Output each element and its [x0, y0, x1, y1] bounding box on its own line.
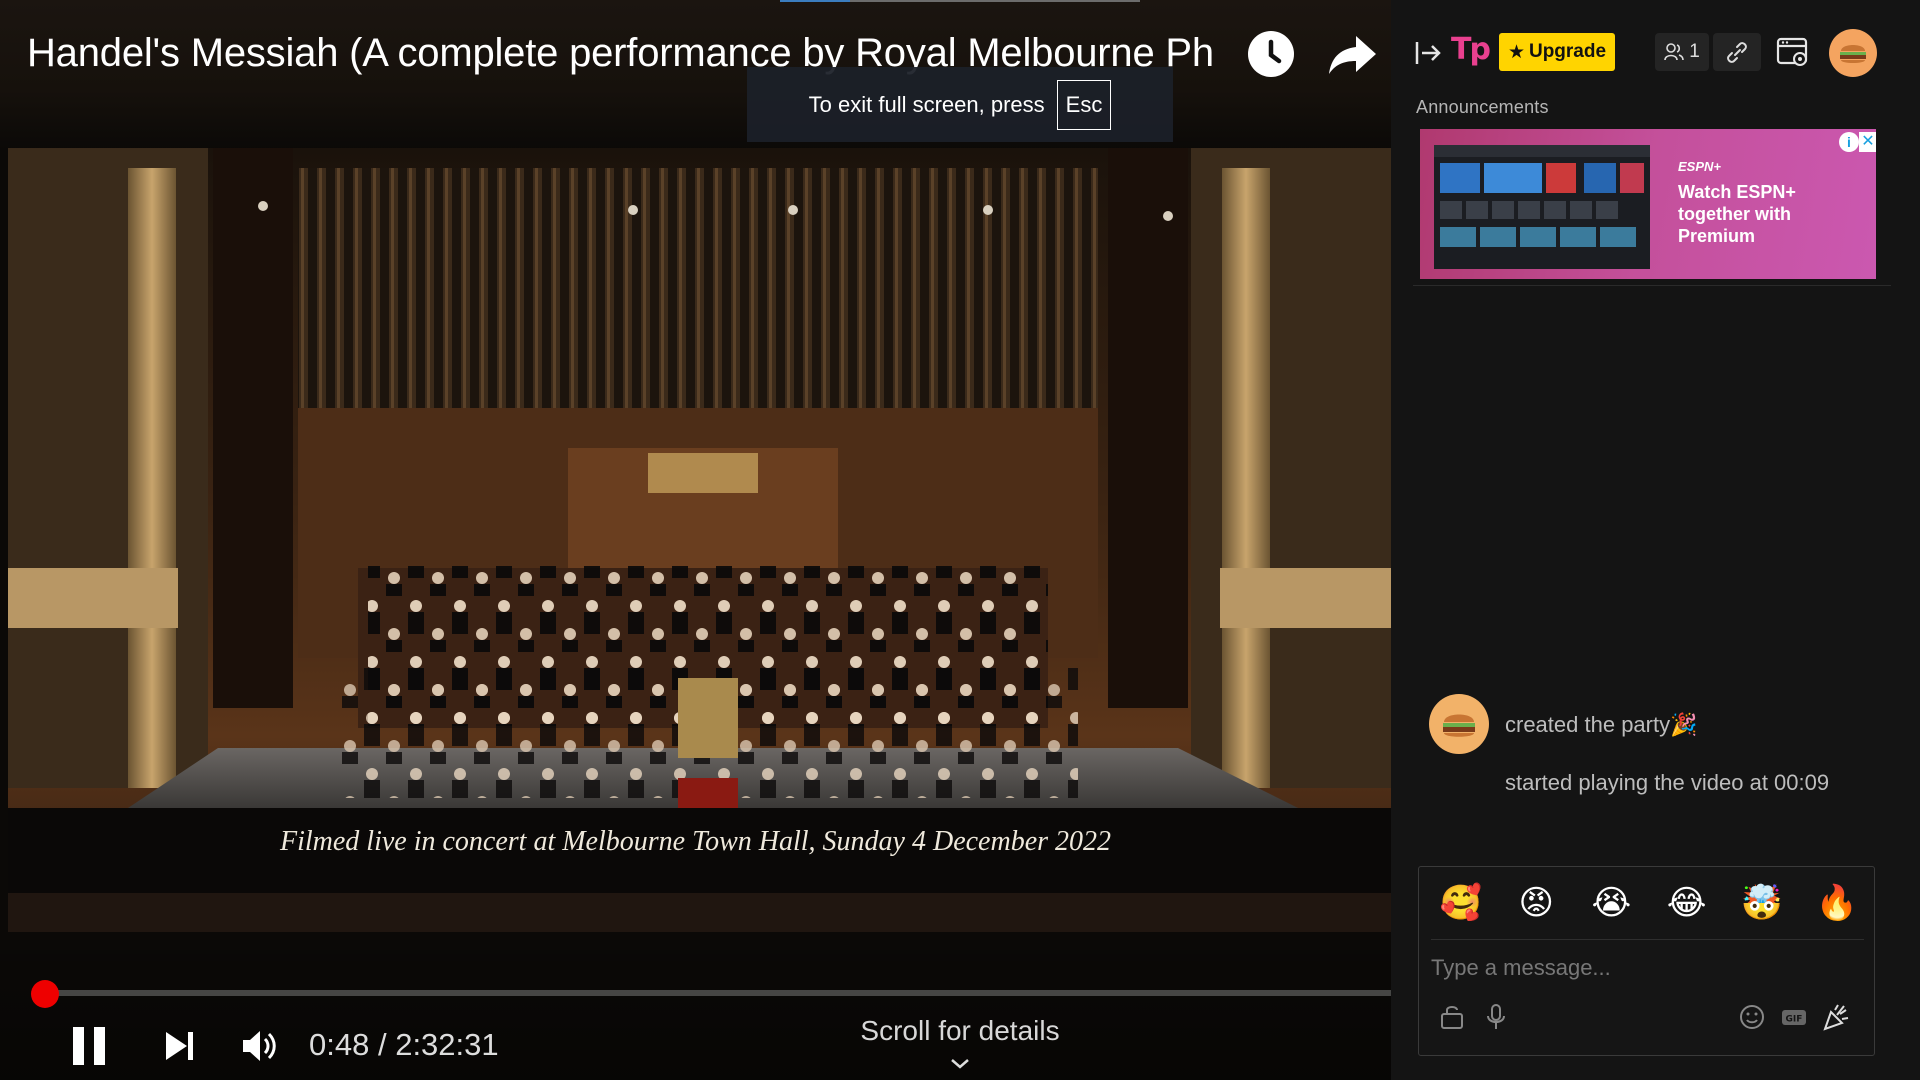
volume-button[interactable]: [240, 1026, 280, 1066]
party-settings-button[interactable]: [1775, 34, 1811, 70]
star-icon: ★: [1507, 41, 1525, 63]
pause-button[interactable]: [70, 1025, 108, 1067]
time-display: 0:48 / 2:32:31: [309, 1027, 499, 1063]
reaction-love[interactable]: 🥰: [1439, 881, 1483, 925]
microphone-icon[interactable]: [1481, 1002, 1511, 1032]
watch-later-button[interactable]: [1248, 31, 1294, 77]
ad-text: Watch ESPN+ together with Premium: [1678, 182, 1796, 246]
pause-icon: [73, 1027, 84, 1065]
ad-info-icon[interactable]: i: [1839, 132, 1859, 152]
controls-background: [0, 930, 1391, 1080]
next-icon: [166, 1032, 193, 1060]
scroll-for-details[interactable]: Scroll for details: [760, 1015, 1160, 1047]
participants-button[interactable]: 1: [1655, 33, 1709, 71]
share-icon: [1329, 36, 1376, 74]
burger-avatar-icon: [1840, 45, 1866, 63]
duration: 2:32:31: [395, 1027, 499, 1062]
composer-divider: [1431, 939, 1864, 940]
burger-avatar-icon: [1443, 714, 1475, 737]
volume-icon: [243, 1031, 276, 1061]
upgrade-label: Upgrade: [1528, 41, 1607, 62]
party-popper-icon[interactable]: [1821, 1002, 1851, 1032]
people-icon: [1664, 43, 1685, 61]
reaction-angry[interactable]: 😡: [1514, 881, 1558, 925]
reaction-crying[interactable]: 😭: [1589, 881, 1633, 925]
fullscreen-exit-toast: To exit full screen, press Esc: [747, 67, 1173, 142]
chat-message: started playing the video at 00:09: [1505, 770, 1830, 795]
exit-arrow-icon: [1415, 42, 1441, 64]
teleparty-logo: Tp: [1451, 32, 1491, 67]
upgrade-button[interactable]: ★ Upgrade: [1499, 33, 1615, 71]
seek-bar[interactable]: [44, 990, 1391, 996]
pause-icon-bar: [94, 1027, 105, 1065]
copy-link-button[interactable]: [1713, 33, 1761, 71]
loading-indicator: [780, 0, 1140, 2]
chevron-down-icon[interactable]: [948, 1056, 972, 1072]
user-avatar[interactable]: [1829, 29, 1877, 77]
emoji-icon[interactable]: [1737, 1002, 1767, 1032]
chat-message: created the party🎉: [1505, 712, 1698, 737]
concert-stage-image: [8, 148, 1391, 932]
video-player[interactable]: Handel's Messiah (A complete performance…: [0, 0, 1391, 1080]
next-video-button[interactable]: [163, 1030, 199, 1062]
ad-close-icon[interactable]: ✕: [1859, 132, 1876, 152]
announcements-divider: [1413, 285, 1891, 286]
browser-settings-icon: [1776, 37, 1808, 66]
share-button[interactable]: [1326, 30, 1378, 78]
gif-icon[interactable]: GIF: [1779, 1002, 1809, 1032]
current-time: 0:48: [309, 1027, 370, 1062]
chat-composer: 🥰 😡 😭 😂 🤯 🔥 GIF: [1418, 866, 1875, 1056]
party-sidebar: Tp ★ Upgrade 1 Announcements ESPN+ Watch…: [1391, 0, 1920, 1080]
announcements-label: Announcements: [1416, 97, 1549, 117]
ad-brand: ESPN+: [1678, 159, 1721, 174]
message-input[interactable]: [1431, 947, 1864, 989]
lock-icon[interactable]: [1437, 1002, 1467, 1032]
espn-ad-banner[interactable]: ESPN+ Watch ESPN+ together with Premium …: [1420, 129, 1876, 279]
video-frame[interactable]: [8, 148, 1391, 932]
fullscreen-toast-text: To exit full screen, press: [808, 91, 1045, 117]
reaction-mind-blown[interactable]: 🤯: [1740, 881, 1784, 925]
reaction-fire[interactable]: 🔥: [1815, 881, 1859, 925]
reaction-bar: 🥰 😡 😭 😂 🤯 🔥: [1439, 881, 1859, 929]
time-separator: /: [377, 1027, 396, 1062]
seek-bar-handle[interactable]: [31, 980, 59, 1008]
reaction-laughing[interactable]: 😂: [1665, 881, 1709, 925]
svg-text:GIF: GIF: [1786, 1015, 1803, 1025]
video-caption: Filmed live in concert at Melbourne Town…: [279, 826, 1112, 857]
collapse-sidebar-button[interactable]: [1413, 38, 1443, 68]
esc-key-hint: Esc: [1056, 79, 1112, 130]
link-icon: [1727, 42, 1747, 63]
watch-later-icon: [1268, 39, 1282, 64]
participant-count: 1: [1689, 41, 1700, 62]
chat-user-avatar: [1429, 694, 1489, 754]
